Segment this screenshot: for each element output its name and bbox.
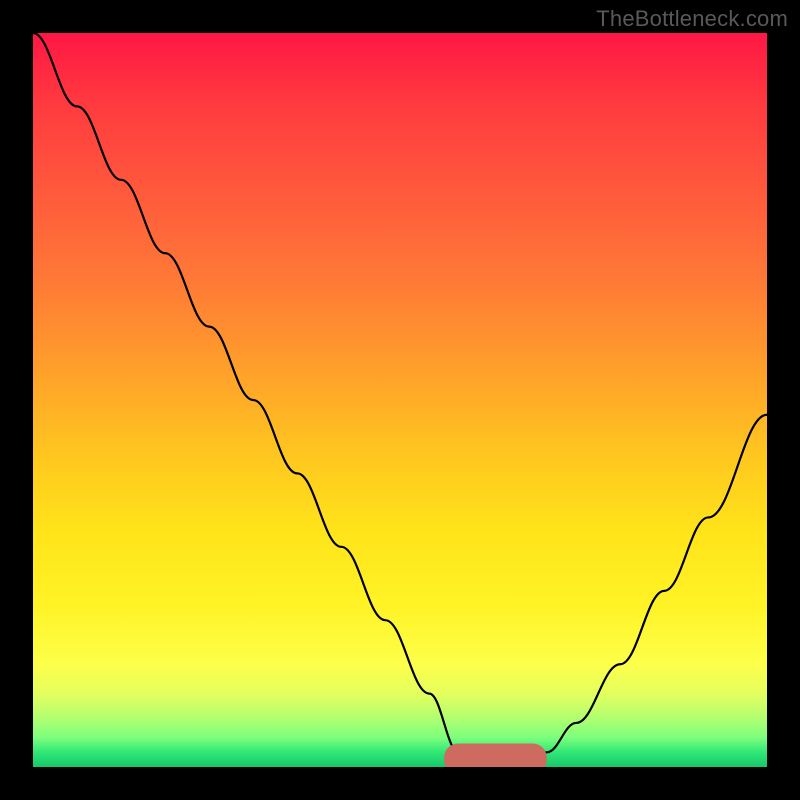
chart-frame: TheBottleneck.com — [0, 0, 800, 800]
trough-marker — [444, 744, 547, 767]
bottleneck-curve — [33, 33, 767, 767]
watermark-text: TheBottleneck.com — [596, 6, 788, 32]
plot-area — [33, 33, 767, 767]
curve-svg — [33, 33, 767, 767]
